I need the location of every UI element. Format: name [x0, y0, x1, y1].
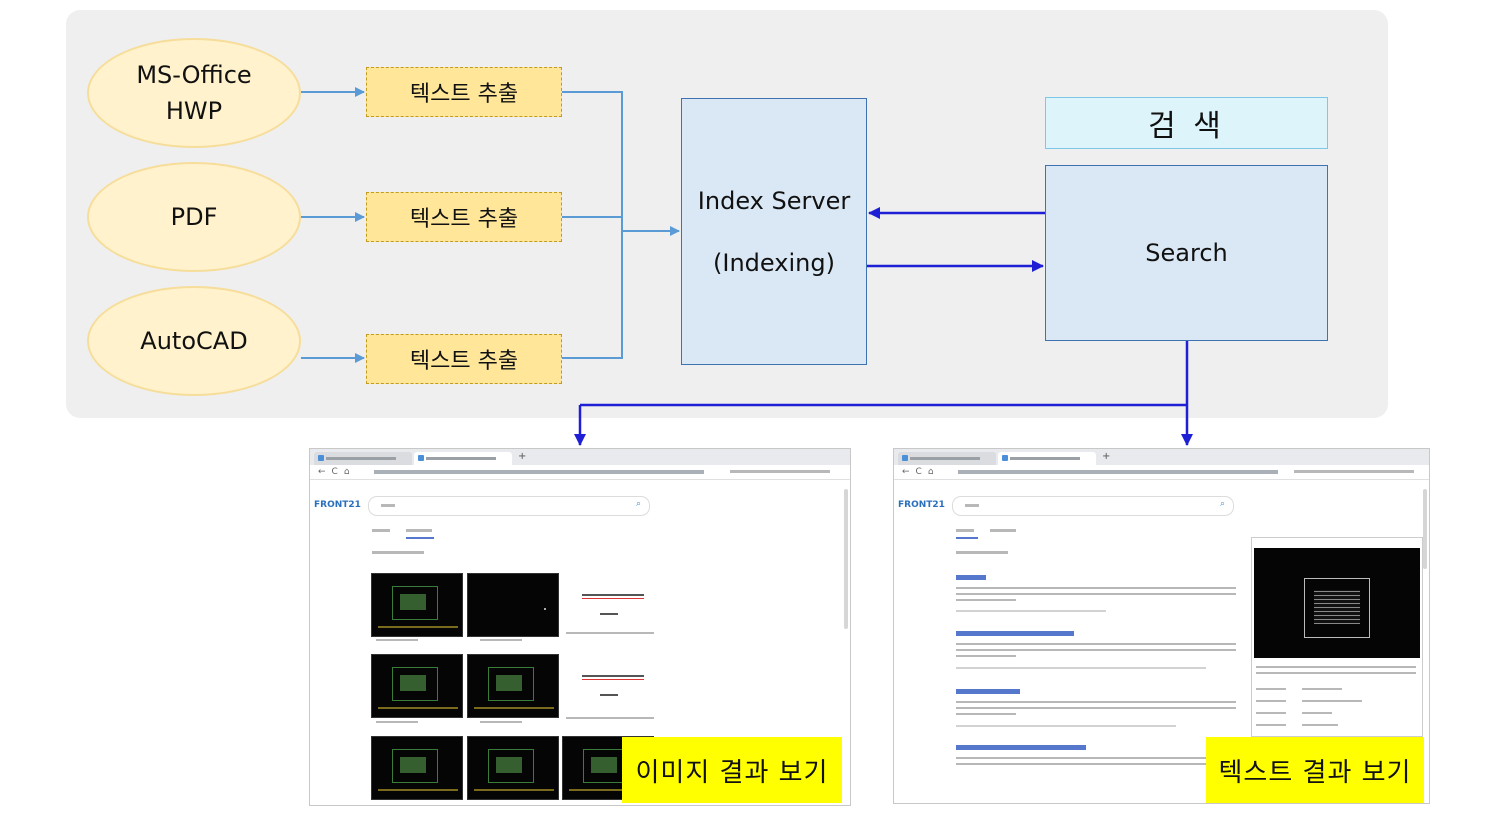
- merge-line: [562, 91, 623, 359]
- scrollbar: [1423, 489, 1427, 569]
- image-thumbnail: [371, 736, 463, 800]
- address-bar: ←C⌂: [310, 465, 850, 480]
- search-field: ⌕: [952, 496, 1234, 516]
- search-icon: ⌕: [635, 499, 641, 509]
- image-results-caption: 이미지 결과 보기: [622, 737, 842, 803]
- browser-tab: [314, 452, 412, 465]
- front21-logo: FRONT21: [898, 500, 945, 510]
- image-thumbnail: [467, 654, 559, 718]
- address-bar: ←C⌂: [894, 465, 1429, 480]
- browser-tab-bar: +: [310, 449, 850, 465]
- new-tab-icon: +: [1102, 451, 1111, 462]
- browser-tab-bar: +: [894, 449, 1429, 465]
- result-title: [956, 745, 1086, 750]
- browser-tab-active: [998, 452, 1096, 465]
- search-field: ⌕: [368, 496, 650, 516]
- document-preview-panel: [1251, 537, 1423, 737]
- image-results-screenshot: + ←C⌂ FRONT21 ⌕ 이미지 결과 보기: [309, 448, 851, 806]
- cad-preview-image: [1254, 548, 1420, 658]
- text-results-screenshot: + ←C⌂ FRONT21 ⌕ 텍스트 결과 보기: [893, 448, 1430, 804]
- image-thumbnail: [371, 654, 463, 718]
- text-results-caption: 텍스트 결과 보기: [1206, 737, 1424, 803]
- browser-back-icon: ←C⌂: [902, 467, 940, 477]
- scrollbar: [844, 489, 848, 629]
- image-thumbnail: [467, 573, 559, 637]
- result-title: [956, 575, 986, 580]
- browser-tab-active: [414, 452, 512, 465]
- image-thumbnail: [371, 573, 463, 637]
- front21-logo: FRONT21: [314, 500, 361, 510]
- browser-tab: [898, 452, 996, 465]
- result-title: [956, 631, 1074, 636]
- browser-back-icon: ←C⌂: [318, 467, 356, 477]
- new-tab-icon: +: [518, 451, 527, 462]
- search-icon: ⌕: [1219, 499, 1225, 509]
- result-title: [956, 689, 1020, 694]
- image-thumbnail: [467, 736, 559, 800]
